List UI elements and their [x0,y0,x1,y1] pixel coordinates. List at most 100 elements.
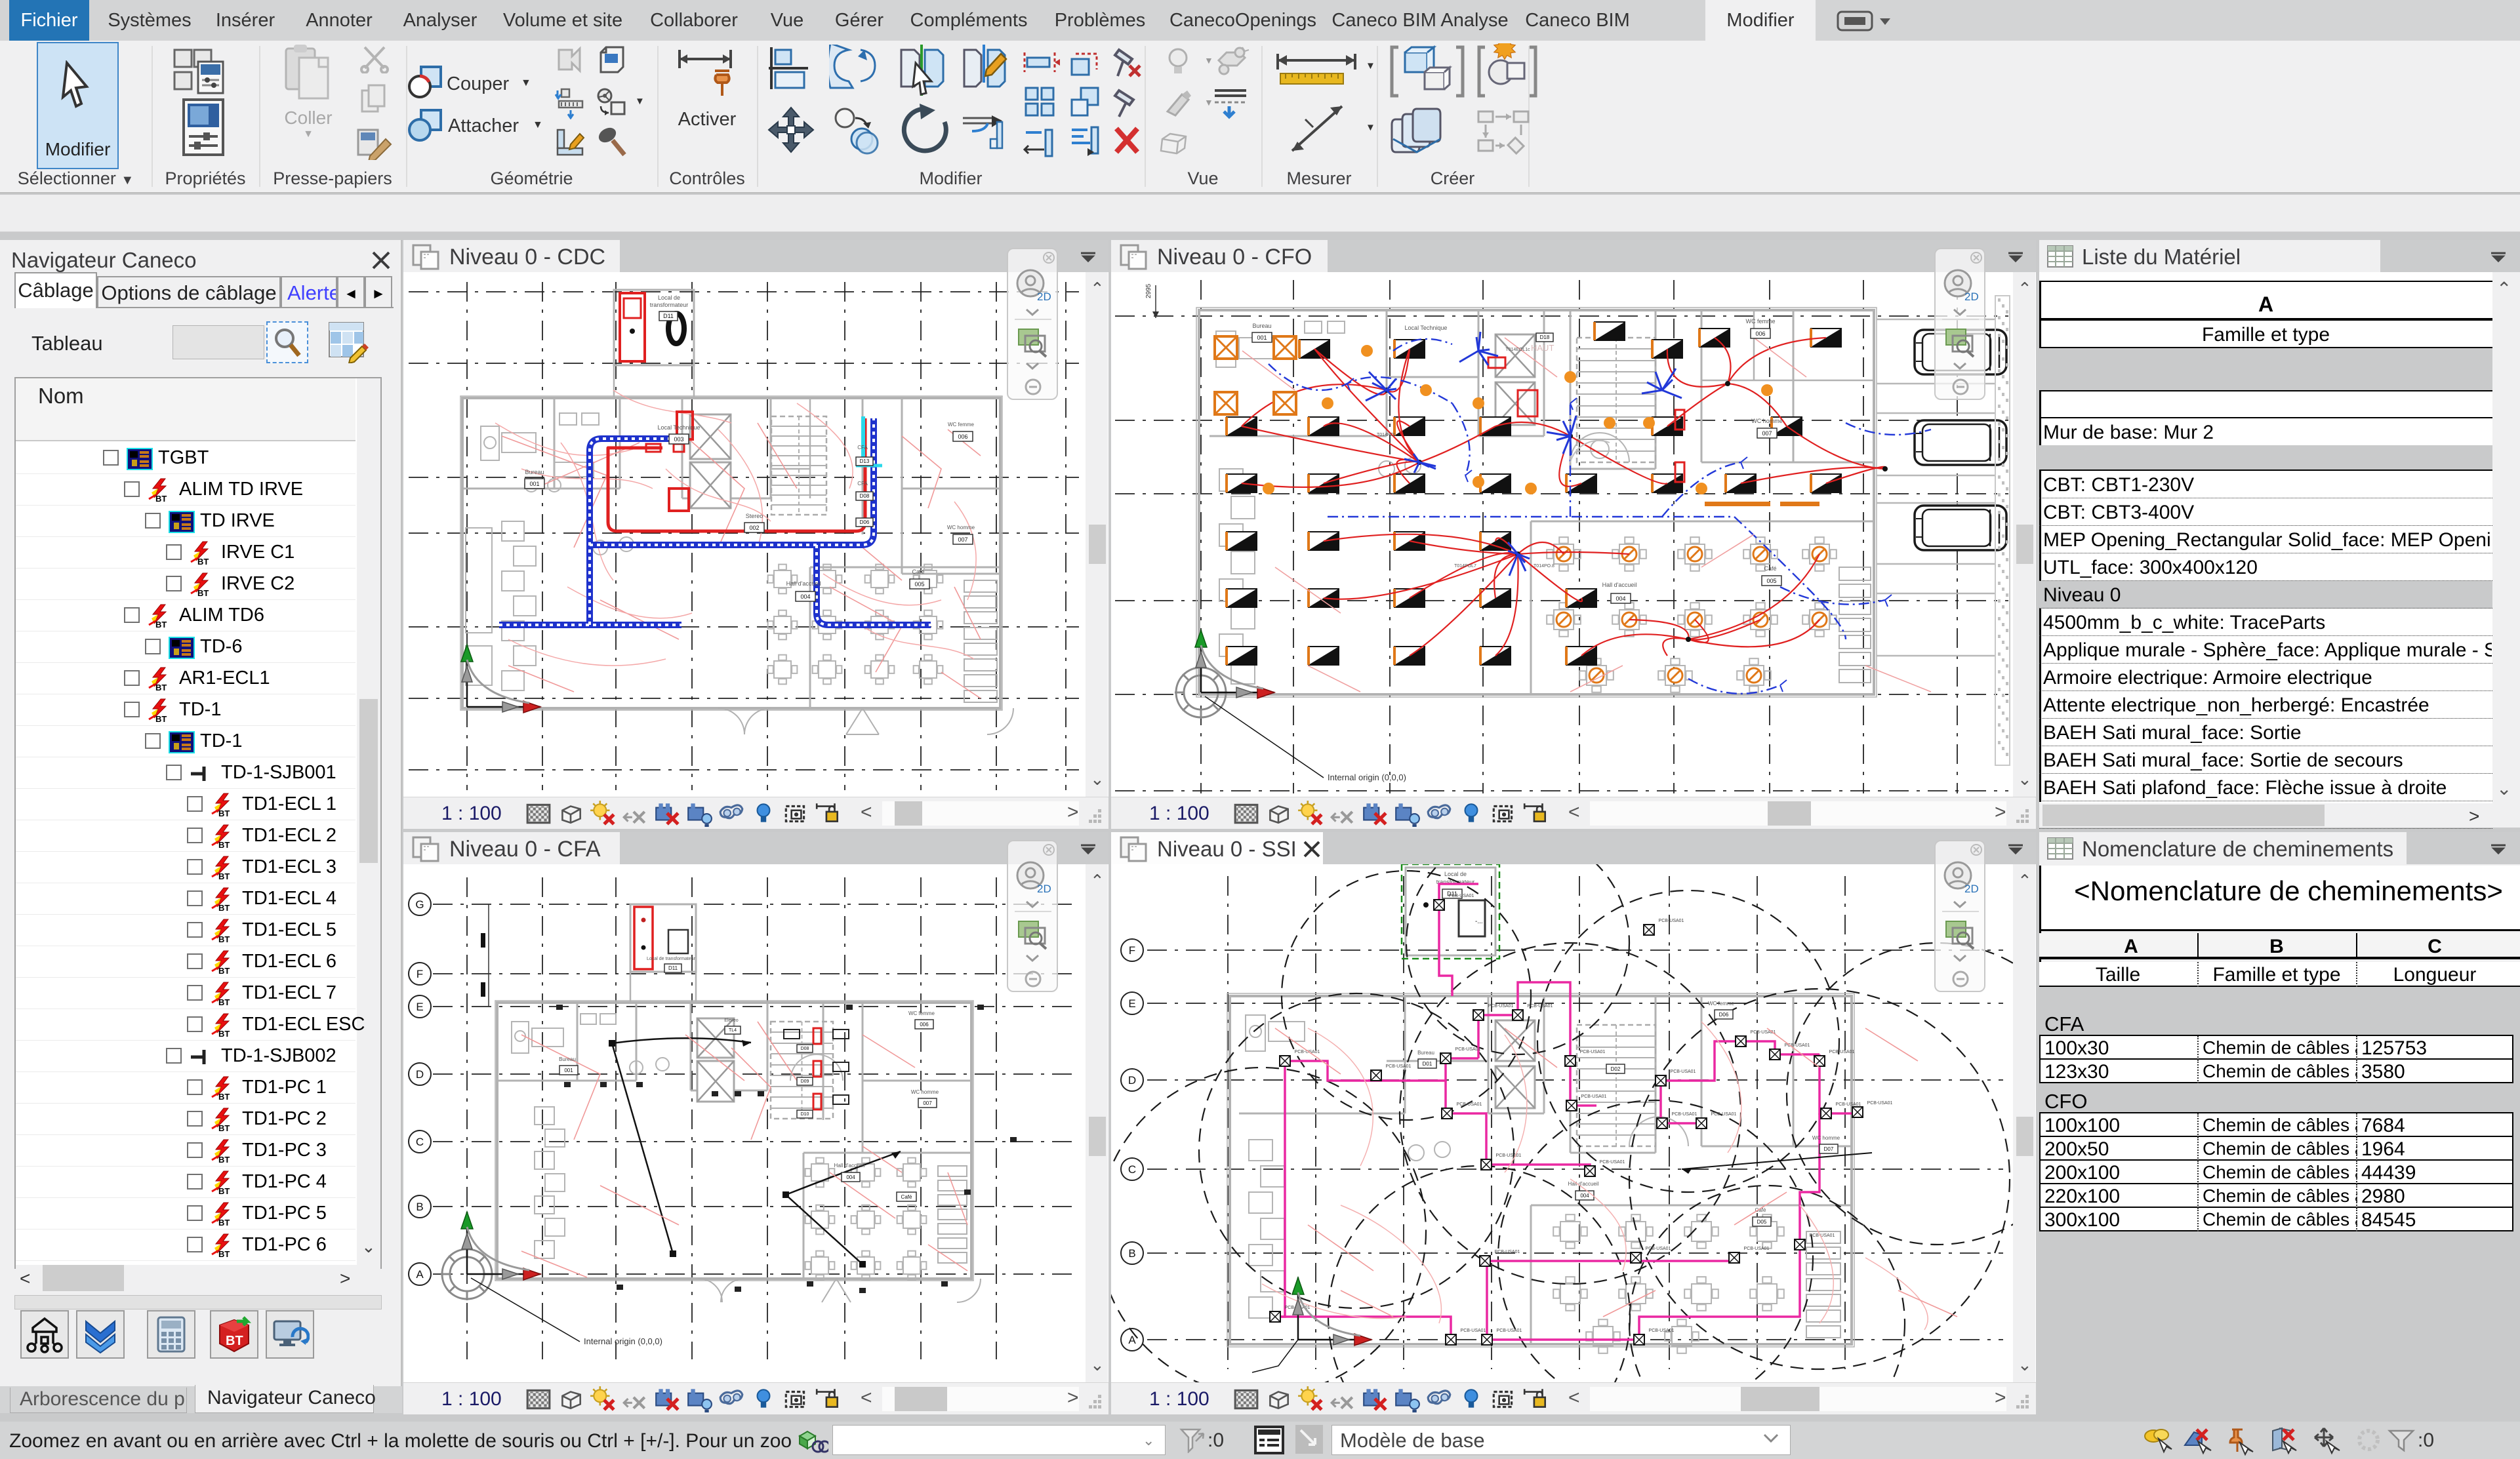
svg-text:Local de transformateur: Local de transformateur [647,957,696,961]
svg-text:PCB-USA01: PCB-USA01 [1581,1094,1607,1099]
svg-text:PCB-USA01: PCB-USA01 [1580,1050,1606,1054]
svg-text:D: D [416,1068,424,1081]
svg-text:BT: BT [218,840,230,849]
svg-text:002: 002 [749,525,759,531]
svg-text:D05: D05 [1757,1219,1767,1225]
svg-text:BT: BT [218,903,230,912]
svg-text:Bureau: Bureau [1417,1050,1434,1056]
svg-text:001: 001 [564,1068,573,1073]
svg-text:E: E [416,1001,423,1013]
svg-text:BT: BT [155,494,167,503]
svg-text:D01: D01 [1423,1061,1433,1067]
svg-text:WC femme: WC femme [1708,1001,1735,1007]
svg-text:F: F [1129,944,1135,957]
svg-text:WC homme: WC homme [1751,418,1783,424]
svg-text:C: C [416,1136,424,1148]
svg-text:Café: Café [901,1194,912,1200]
svg-text:Bureau: Bureau [1252,323,1271,329]
svg-text:Café: Café [1764,565,1776,572]
svg-text:BT: BT [218,966,230,975]
svg-text:PCB-USA01: PCB-USA01 [1744,1247,1770,1251]
svg-text:Local de: Local de [1444,871,1467,877]
svg-text:Local de: Local de [658,294,680,301]
svg-text:Eleveo: Eleveo [724,1018,739,1023]
svg-text:BT: BT [218,934,230,944]
svg-text:Internal origin (0,0,0): Internal origin (0,0,0) [584,1336,662,1346]
svg-text:D: D [1128,1074,1136,1087]
svg-text:F: F [417,968,423,980]
svg-text:BT: BT [155,683,167,692]
svg-text:HAUT: HAUT [1531,343,1554,353]
svg-text:E: E [1128,997,1135,1010]
svg-text:2D: 2D [1964,883,1979,895]
svg-text:PCB-USA01: PCB-USA01 [1495,1250,1520,1254]
svg-text:T014POL: T014POL [1377,433,1396,437]
svg-text:D06: D06 [860,519,870,525]
svg-text:BT: BT [218,1092,230,1101]
svg-text:PCB-USA01: PCB-USA01 [1659,919,1684,923]
svg-text:PCB-USA01: PCB-USA01 [1497,1329,1522,1333]
svg-text:Hall d'accueil: Hall d'accueil [1568,1181,1599,1187]
svg-text:BT: BT [197,557,209,566]
svg-text:PCB-USA01: PCB-USA01 [1461,1329,1486,1333]
svg-text:PCB-USA01: PCB-USA01 [1671,1069,1696,1074]
svg-text:BT: BT [218,1123,230,1132]
svg-text:001: 001 [1257,334,1267,341]
svg-text:T014PO.8: T014PO.8 [1534,564,1555,569]
svg-text:PCB-USA01: PCB-USA01 [1449,894,1474,898]
svg-text:WC femme: WC femme [948,422,975,428]
svg-text:Bureau: Bureau [559,1056,576,1062]
svg-text:B: B [1128,1247,1135,1260]
svg-text:D11: D11 [668,965,678,971]
svg-text:CFA: CFA [857,481,868,487]
svg-text:PCB-USA01: PCB-USA01 [1496,1153,1522,1158]
svg-text:003: 003 [674,436,683,443]
svg-text:BT: BT [226,1334,243,1348]
svg-text:D08: D08 [860,493,870,499]
svg-text:PCB-USA01: PCB-USA01 [1711,1112,1737,1117]
svg-text:006: 006 [958,433,967,440]
svg-text:BT: BT [218,1029,230,1038]
svg-text:001: 001 [529,481,539,487]
svg-text:D11: D11 [663,313,674,319]
svg-text:PCB-USA01: PCB-USA01 [1810,1233,1835,1238]
svg-text:PCB-USA01: PCB-USA01 [1386,1064,1412,1069]
svg-text:Local Technique: Local Technique [1405,325,1448,331]
svg-text:004: 004 [1580,1193,1589,1199]
svg-text:C: C [1128,1163,1136,1176]
svg-text:PCB-USA01: PCB-USA01 [1600,1160,1625,1165]
svg-text:006: 006 [920,1022,929,1028]
svg-text:transformateur: transformateur [650,302,689,308]
svg-text:005: 005 [914,581,924,588]
svg-text:PCB-USA01: PCB-USA01 [1672,1112,1697,1117]
svg-text:PCB-USA01: PCB-USA01 [1646,1247,1671,1251]
svg-text:TL4: TL4 [729,1028,737,1033]
svg-text:Internal origin (0,0,0): Internal origin (0,0,0) [1328,772,1406,782]
svg-text:2D: 2D [1964,290,1979,303]
svg-text:T014POL7: T014POL7 [1454,564,1476,569]
svg-text:D06: D06 [1719,1012,1729,1018]
svg-text:D07: D07 [1824,1146,1834,1152]
svg-text:BT: BT [218,871,230,881]
svg-text:B: B [416,1201,423,1213]
svg-text:Local Technique: Local Technique [658,424,701,431]
svg-text:Hall d'accueil: Hall d'accueil [834,1163,865,1169]
svg-text:WC femme: WC femme [908,1010,935,1016]
svg-text:004: 004 [846,1174,855,1180]
svg-text:WC femme: WC femme [1746,318,1776,325]
svg-text:BT: BT [155,714,167,723]
svg-text:Café: Café [912,569,924,575]
svg-text:D18: D18 [1540,334,1550,340]
svg-text:D02: D02 [1611,1066,1621,1072]
svg-text:PCB-USA01: PCB-USA01 [1457,1102,1482,1107]
svg-text:BT: BT [218,1155,230,1164]
svg-text:PCB-USA01: PCB-USA01 [1488,1004,1514,1009]
svg-text:D10: D10 [801,1112,809,1117]
svg-text:Hall d'accueil: Hall d'accueil [1602,582,1637,588]
svg-text:PCB-USA01: PCB-USA01 [1528,1004,1553,1009]
svg-text:007: 007 [1762,430,1772,437]
svg-text:G: G [415,898,424,911]
svg-text:BT: BT [155,620,167,629]
svg-text:D13: D13 [860,458,870,464]
svg-text:005: 005 [1766,578,1776,584]
